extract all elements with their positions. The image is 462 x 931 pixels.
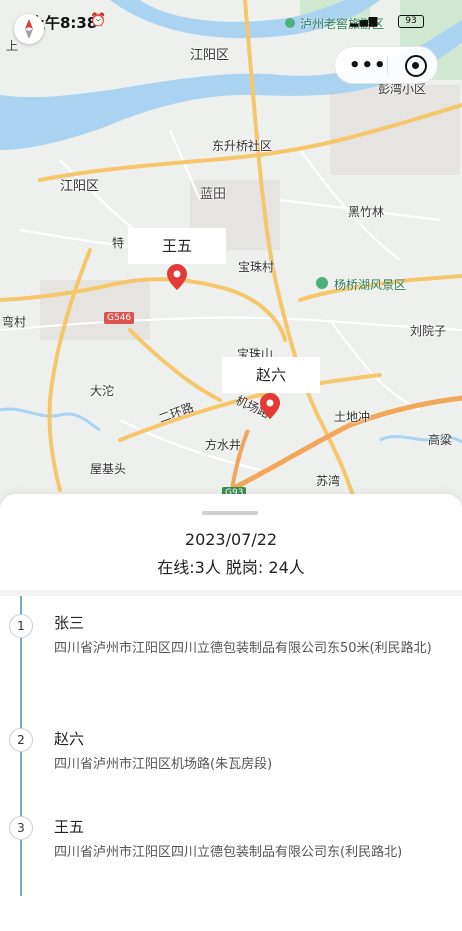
map-label-te: 特 (112, 236, 125, 250)
map-label-liuyuanzi: 刘院子 (410, 324, 447, 338)
map-label-fangshuijing: 方水井 (205, 438, 242, 452)
staff-address: 四川省泸州市江阳区机场路(朱瓦房段) (54, 757, 273, 772)
map-label-gaoliang: 高粱 (428, 433, 453, 447)
online-summary: 在线:3人 脱岗: 24人 (157, 558, 305, 577)
alarm-icon: ⏰ (90, 13, 107, 28)
timeline-index: 3 (9, 816, 33, 840)
close-target-icon[interactable] (405, 55, 427, 77)
status-bar: 上午8:38 ⏰ ▂▄▆ 93 (0, 12, 462, 34)
section-divider (0, 590, 462, 596)
map-label-jiangyang-left: 江阳区 (60, 179, 100, 194)
capsule-divider (387, 57, 388, 75)
map-view[interactable]: 江阳区 江阳区 东升桥社区 蓝田 黑竹林 宝珠村 杨桥湖风景区 彭湾小区 泸州老… (0, 0, 462, 520)
mini-program-capsule: ••• (334, 46, 438, 84)
staff-name: 张三 (54, 614, 85, 632)
drag-handle[interactable] (202, 511, 258, 515)
location-pin-icon[interactable] (260, 393, 280, 419)
timeline-index: 1 (9, 614, 33, 638)
bottom-sheet: 2023/07/22 在线:3人 脱岗: 24人 1 张三 四川省泸州市江阳区四… (0, 494, 462, 931)
signal-icon: ▂▄▆ (350, 14, 379, 27)
road-tag-g546: G546 (104, 312, 135, 324)
location-pin-icon[interactable] (167, 264, 187, 290)
compass-icon[interactable] (14, 14, 44, 44)
map-label-baozhucun: 宝珠村 (238, 260, 275, 274)
phone-screen: 江阳区 江阳区 东升桥社区 蓝田 黑竹林 宝珠村 杨桥湖风景区 彭湾小区 泸州老… (0, 0, 462, 931)
map-label-jiangyang-top: 江阳区 (190, 48, 230, 63)
map-label-wancun: 弯村 (2, 315, 27, 329)
marker-label-wangwu[interactable]: 王五 (128, 228, 226, 264)
map-label-dazhu: 大沱 (90, 384, 115, 398)
map-label-tudichong: 土地冲 (334, 410, 371, 424)
staff-address: 四川省泸州市江阳区四川立德包装制品有限公司东50米(利民路北) (54, 641, 432, 656)
more-menu-icon[interactable]: ••• (349, 55, 387, 76)
timeline-index: 2 (9, 728, 33, 752)
map-label-wujitou: 屋基头 (90, 462, 127, 476)
map-label-dongsheng: 东升桥社区 (212, 139, 273, 153)
battery-icon: 93 (398, 15, 424, 28)
staff-name: 赵六 (54, 730, 85, 748)
marker-label-zhaoliu[interactable]: 赵六 (222, 357, 320, 393)
staff-name: 王五 (54, 818, 85, 836)
map-label-heizhulin: 黑竹林 (348, 205, 385, 219)
map-label-yangqiaohu: 杨桥湖风景区 (334, 278, 407, 292)
sheet-date: 2023/07/22 (184, 530, 278, 549)
map-label-suwan: 苏湾 (316, 474, 341, 488)
map-label-lantian: 蓝田 (200, 187, 227, 202)
staff-address: 四川省泸州市江阳区四川立德包装制品有限公司东(利民路北) (54, 845, 403, 860)
